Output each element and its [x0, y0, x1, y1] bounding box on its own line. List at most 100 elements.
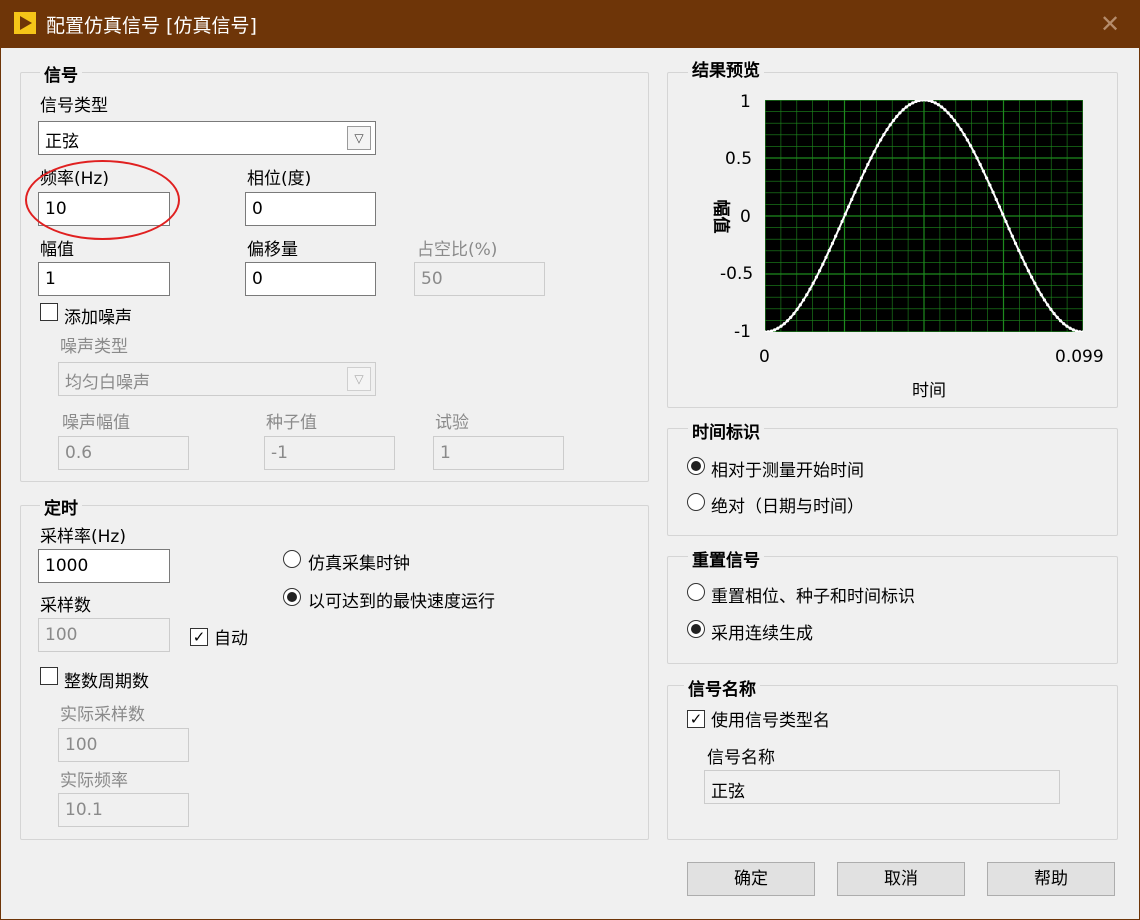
chevron-down-icon[interactable]: ▽	[347, 126, 371, 150]
actual-frequency-input: 10.1	[58, 793, 189, 827]
noise-type-select: 均匀白噪声 ▽	[58, 362, 376, 396]
waveform-point	[850, 197, 854, 202]
actual-frequency-label: 实际频率	[60, 771, 128, 791]
trial-label: 试验	[435, 413, 469, 433]
sample-rate-label: 采样率(Hz)	[40, 527, 126, 547]
x-tick-label: 0.099	[1055, 347, 1104, 367]
waveform-point	[997, 205, 1002, 209]
waveform-point	[904, 105, 908, 109]
waveform-point	[779, 324, 783, 328]
phase-input[interactable]: 0	[245, 192, 376, 226]
waveform-point	[1010, 234, 1014, 238]
y-axis-label: 幅值	[710, 199, 731, 234]
phase-label: 相位(度)	[247, 169, 312, 189]
auto-checkbox[interactable]: ✓	[190, 628, 208, 646]
waveform-point	[808, 287, 812, 291]
waveform-point	[1055, 315, 1059, 319]
waveform-point	[1007, 227, 1011, 231]
radio-reset-phase[interactable]	[687, 583, 705, 601]
x-tick-label: 0	[759, 347, 770, 367]
timing-group-legend: 定时	[40, 494, 82, 519]
waveform-point	[789, 315, 793, 319]
preview-group-legend: 结果预览	[688, 56, 764, 81]
seed-label: 种子值	[266, 413, 317, 433]
reset-signal-group	[667, 556, 1118, 664]
waveform-point	[1001, 212, 1005, 216]
y-tick-label: 0.5	[725, 149, 753, 169]
y-tick-label: -0.5	[720, 264, 754, 284]
waveform-point	[875, 144, 880, 148]
add-noise-label: 添加噪声	[64, 308, 132, 328]
y-tick-label: 0	[740, 207, 751, 227]
offset-label: 偏移量	[247, 240, 298, 260]
waveform-plot-svg	[763, 98, 1085, 334]
waveform-point	[962, 133, 966, 137]
waveform-point	[907, 103, 912, 107]
waveform-point	[763, 330, 767, 334]
waveform-point	[1062, 322, 1066, 326]
noise-type-value: 均匀白噪声	[65, 373, 150, 393]
x-axis-label: 时间	[912, 381, 946, 401]
waveform-point	[943, 108, 947, 112]
waveform-point	[981, 169, 986, 173]
waveform-point	[1023, 262, 1027, 266]
ok-button[interactable]: 确定	[687, 862, 815, 896]
radio-sim-clock[interactable]	[283, 550, 301, 568]
sample-rate-input[interactable]: 1000	[38, 549, 170, 583]
waveform-point	[952, 118, 957, 123]
waveform-point	[985, 176, 989, 180]
noise-amplitude-input: 0.6	[58, 436, 189, 470]
waveform-point	[898, 111, 902, 115]
radio-reset-phase-label: 重置相位、种子和时间标识	[711, 587, 915, 607]
radio-relative-time-label: 相对于测量开始时间	[711, 461, 864, 481]
noise-amplitude-label: 噪声幅值	[62, 413, 130, 433]
integer-cycles-checkbox[interactable]	[40, 667, 58, 685]
waveform-point	[846, 205, 851, 209]
waveform-point	[821, 262, 825, 266]
offset-input[interactable]: 0	[245, 262, 376, 296]
samples-label: 采样数	[40, 596, 91, 616]
radio-absolute-time[interactable]	[687, 493, 705, 511]
waveform-point	[766, 330, 770, 334]
noise-type-label: 噪声类型	[60, 337, 128, 357]
duty-cycle-input: 50	[414, 262, 545, 296]
waveform-point	[872, 150, 876, 154]
radio-relative-time[interactable]	[687, 457, 705, 475]
reset-signal-legend: 重置信号	[688, 546, 764, 571]
close-icon[interactable]: ✕	[1100, 10, 1120, 38]
waveform-point	[1078, 330, 1082, 334]
waveform-point	[933, 101, 937, 105]
y-tick-label: -1	[734, 322, 751, 342]
waveform-point	[1065, 324, 1069, 328]
radio-continuous[interactable]	[687, 620, 705, 638]
time-stamp-legend: 时间标识	[688, 418, 764, 443]
use-type-name-label: 使用信号类型名	[711, 711, 830, 731]
waveform-point	[994, 197, 998, 202]
radio-sim-clock-label: 仿真采集时钟	[308, 554, 410, 574]
radio-fastest[interactable]	[283, 588, 301, 606]
waveform-point	[776, 326, 780, 330]
waveform-point	[840, 219, 844, 224]
waveform-point	[853, 190, 857, 194]
waveform-point	[773, 328, 777, 332]
waveform-point	[959, 127, 963, 132]
waveform-point	[837, 227, 841, 231]
actual-samples-label: 实际采样数	[60, 705, 145, 725]
amplitude-input[interactable]: 1	[38, 262, 170, 296]
signal-name-label: 信号名称	[707, 748, 775, 768]
add-noise-checkbox[interactable]	[40, 303, 58, 321]
waveform-point	[988, 183, 992, 187]
waveform-point	[891, 118, 896, 123]
waveform-point	[1039, 293, 1043, 297]
use-type-name-checkbox[interactable]: ✓	[687, 710, 705, 728]
cancel-button[interactable]: 取消	[837, 862, 965, 896]
waveform-point	[879, 138, 883, 142]
waveform-point	[978, 162, 982, 167]
waveform-point	[965, 138, 969, 142]
waveform-point	[1042, 298, 1047, 302]
y-tick-label: 1	[740, 92, 751, 112]
help-button[interactable]: 帮助	[987, 862, 1115, 896]
waveform-point	[901, 108, 905, 112]
signal-type-select[interactable]: 正弦 ▽	[38, 121, 376, 155]
waveform-point	[911, 101, 915, 105]
